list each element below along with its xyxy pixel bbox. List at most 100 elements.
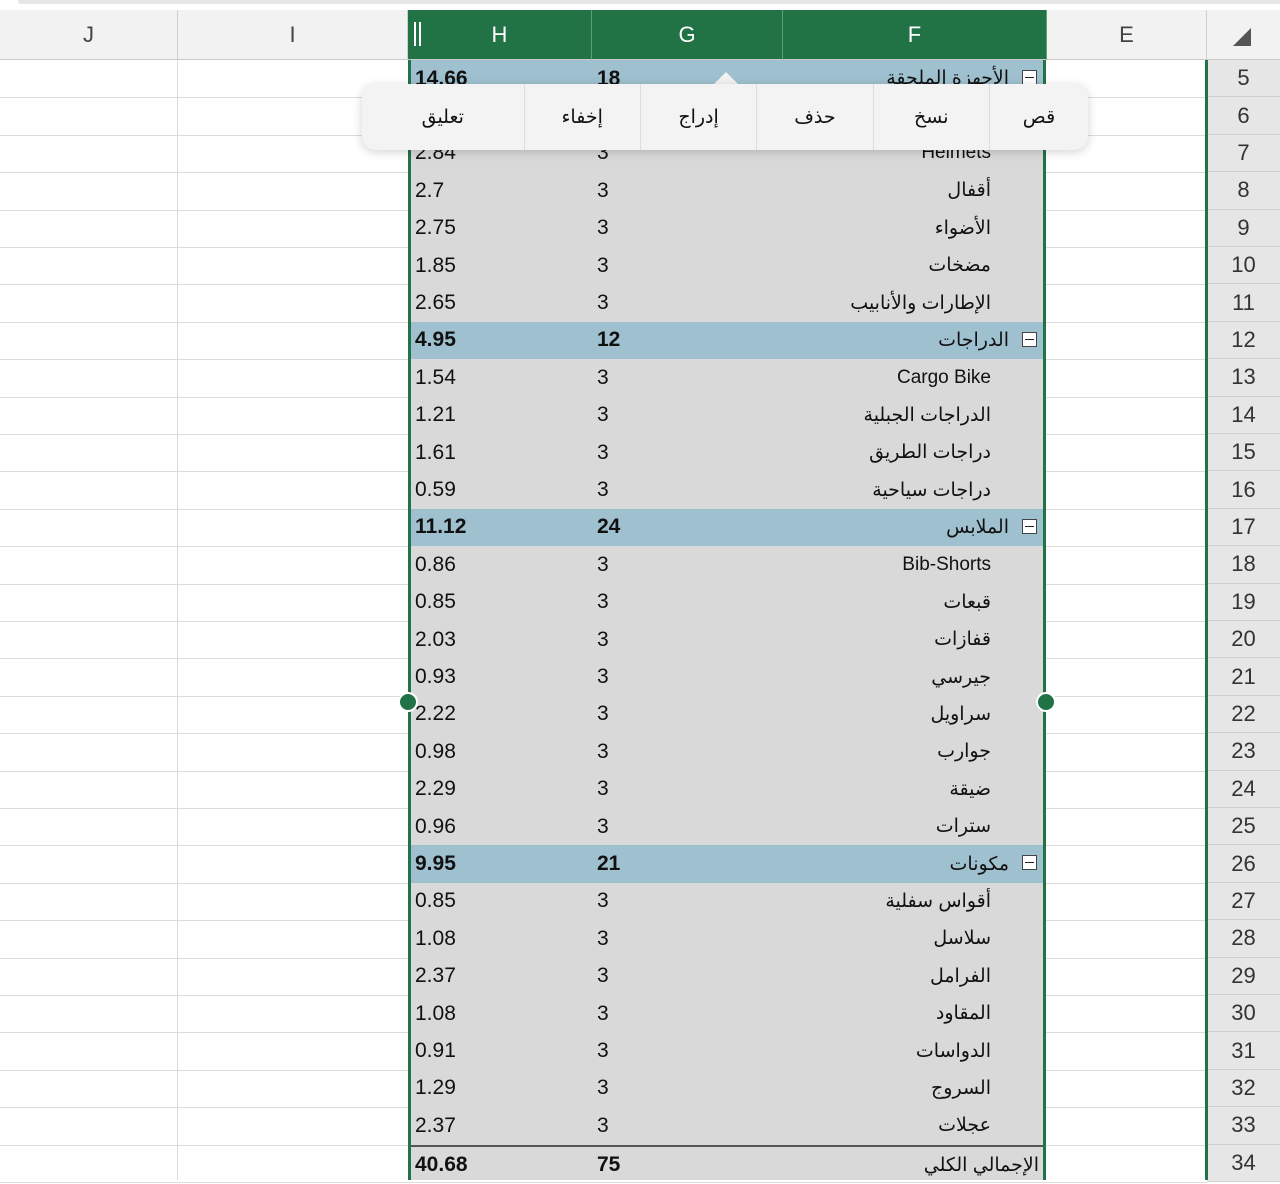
row-label: قبعات: [943, 591, 991, 613]
collapse-icon[interactable]: [1022, 855, 1037, 871]
row-label: أقواس سفلية: [885, 890, 991, 912]
column-header-g[interactable]: G: [592, 10, 783, 60]
pivot-item-row[interactable]: المقاود 3 1.08: [411, 995, 1043, 1032]
row-header[interactable]: 27: [1207, 882, 1280, 921]
pivot-item-row[interactable]: مضخات 3 1.85: [411, 247, 1043, 284]
pivot-group-row[interactable]: الملابس 24 11.12: [411, 508, 1043, 547]
collapse-icon[interactable]: [1022, 518, 1037, 534]
row-header[interactable]: 6: [1207, 97, 1280, 135]
row-header[interactable]: 29: [1207, 957, 1280, 995]
row-header[interactable]: 9: [1207, 209, 1280, 247]
count-cell: 3: [597, 702, 609, 726]
row-header[interactable]: 19: [1207, 583, 1280, 621]
pivot-item-row[interactable]: ضيقة 3 2.29: [411, 771, 1043, 808]
pivot-group-row[interactable]: مكونات 21 9.95: [411, 845, 1043, 883]
row-label: الدواسات: [915, 1040, 991, 1062]
pivot-item-row[interactable]: دراجات الطريق 3 1.61: [411, 434, 1043, 471]
value-cell: 2.7: [415, 178, 445, 202]
row-header[interactable]: 5: [1207, 60, 1280, 98]
column-header-j[interactable]: J: [0, 10, 178, 60]
row-header[interactable]: 28: [1207, 920, 1280, 958]
row-header[interactable]: 10: [1207, 247, 1280, 285]
row-header[interactable]: 15: [1207, 434, 1280, 472]
column-header-i[interactable]: I: [178, 10, 408, 60]
pivot-item-row[interactable]: قبعات 3 0.85: [411, 584, 1043, 621]
pivot-item-row[interactable]: الدواسات 3 0.91: [411, 1032, 1043, 1069]
row-header[interactable]: 13: [1207, 359, 1280, 397]
column-header-e[interactable]: E: [1047, 10, 1207, 60]
collapse-icon[interactable]: [1022, 70, 1037, 85]
pivot-item-row[interactable]: عجلات 3 2.37: [411, 1107, 1043, 1144]
value-cell: 2.29: [415, 777, 456, 801]
row-header[interactable]: 18: [1207, 546, 1280, 584]
collapse-icon[interactable]: [1022, 331, 1037, 347]
pivot-grand-total-row[interactable]: الإجمالي الكلي 75 40.68: [411, 1144, 1043, 1182]
pivot-item-row[interactable]: سترات 3 0.96: [411, 808, 1043, 845]
row-header[interactable]: 32: [1207, 1069, 1280, 1108]
column-header-f[interactable]: F: [783, 10, 1047, 60]
count-cell: 12: [597, 328, 621, 352]
copy-menu-item[interactable]: نسخ: [872, 84, 989, 150]
row-header[interactable]: 12: [1207, 321, 1280, 360]
row-header[interactable]: 25: [1207, 808, 1280, 846]
selection-handle-right[interactable]: [1036, 692, 1056, 712]
row-header[interactable]: 21: [1207, 658, 1280, 696]
pivot-item-row[interactable]: سراويل 3 2.22: [411, 696, 1043, 733]
pivot-item-row[interactable]: Cargo Bike 3 1.54: [411, 359, 1043, 396]
row-number: 17: [1231, 513, 1256, 539]
pivot-item-row[interactable]: أقفال 3 2.7: [411, 172, 1043, 209]
column-letter: E: [1119, 21, 1134, 47]
value-cell: 0.96: [415, 814, 456, 838]
row-header[interactable]: 8: [1207, 172, 1280, 210]
row-header[interactable]: 30: [1207, 995, 1280, 1033]
grid-column-line: [177, 60, 178, 1180]
insert-menu-item[interactable]: إدراج: [639, 84, 756, 150]
pivot-item-row[interactable]: جيرسي 3 0.93: [411, 658, 1043, 695]
row-number: 28: [1231, 925, 1256, 951]
selection-handle-left[interactable]: [398, 692, 418, 712]
pivot-item-row[interactable]: Bib-Shorts 3 0.86: [411, 546, 1043, 583]
column-resize-handle[interactable]: [414, 22, 421, 46]
pivot-group-row[interactable]: الدراجات 12 4.95: [411, 321, 1043, 360]
row-header[interactable]: 14: [1207, 396, 1280, 434]
row-header[interactable]: 17: [1207, 508, 1280, 547]
row-header[interactable]: 11: [1207, 284, 1280, 322]
row-header[interactable]: 23: [1207, 733, 1280, 771]
select-all-corner[interactable]: [1207, 10, 1280, 60]
row-header[interactable]: 26: [1207, 845, 1280, 883]
row-header[interactable]: 20: [1207, 621, 1280, 659]
row-header[interactable]: 22: [1207, 695, 1280, 734]
pivot-item-row[interactable]: أقواس سفلية 3 0.85: [411, 883, 1043, 920]
row-header[interactable]: 34: [1207, 1144, 1280, 1182]
pivot-item-row[interactable]: جوارب 3 0.98: [411, 733, 1043, 770]
cut-menu-item[interactable]: قص: [988, 84, 1088, 150]
row-header[interactable]: 24: [1207, 770, 1280, 808]
delete-menu-item[interactable]: حذف: [756, 84, 872, 150]
row-label: الدراجات الجبلية: [863, 404, 991, 426]
pivot-item-row[interactable]: الفرامل 3 2.37: [411, 958, 1043, 995]
row-header[interactable]: 33: [1207, 1107, 1280, 1145]
row-header[interactable]: 7: [1207, 134, 1280, 173]
top-scroll-track[interactable]: [18, 0, 1280, 4]
row-number: 29: [1231, 962, 1256, 988]
pivot-item-row[interactable]: السروج 3 1.29: [411, 1070, 1043, 1107]
pivot-item-row[interactable]: الأضواء 3 2.75: [411, 210, 1043, 247]
row-header[interactable]: 16: [1207, 471, 1280, 509]
value-cell: 0.91: [415, 1039, 456, 1063]
count-cell: 3: [597, 590, 609, 614]
pivot-item-row[interactable]: قفازات 3 2.03: [411, 621, 1043, 658]
pivot-table[interactable]: الأجهزة الملحقة1814.66حوامل الدراجات32.8…: [408, 60, 1046, 1180]
count-cell: 24: [597, 515, 621, 539]
pivot-item-row[interactable]: الإطارات والأنابيب 3 2.65: [411, 284, 1043, 321]
pivot-item-row[interactable]: دراجات سياحية 3 0.59: [411, 471, 1043, 508]
count-cell: 3: [597, 926, 609, 950]
row-header[interactable]: 31: [1207, 1032, 1280, 1070]
value-cell: 1.54: [415, 365, 456, 389]
comment-menu-item[interactable]: تعليق: [362, 84, 524, 150]
hide-menu-item[interactable]: إخفاء: [523, 84, 640, 150]
pivot-item-row[interactable]: سلاسل 3 1.08: [411, 920, 1043, 957]
value-cell: 0.85: [415, 590, 456, 614]
pivot-item-row[interactable]: الدراجات الجبلية 3 1.21: [411, 397, 1043, 434]
value-cell: 2.03: [415, 627, 456, 651]
column-header-h[interactable]: H: [408, 10, 592, 60]
